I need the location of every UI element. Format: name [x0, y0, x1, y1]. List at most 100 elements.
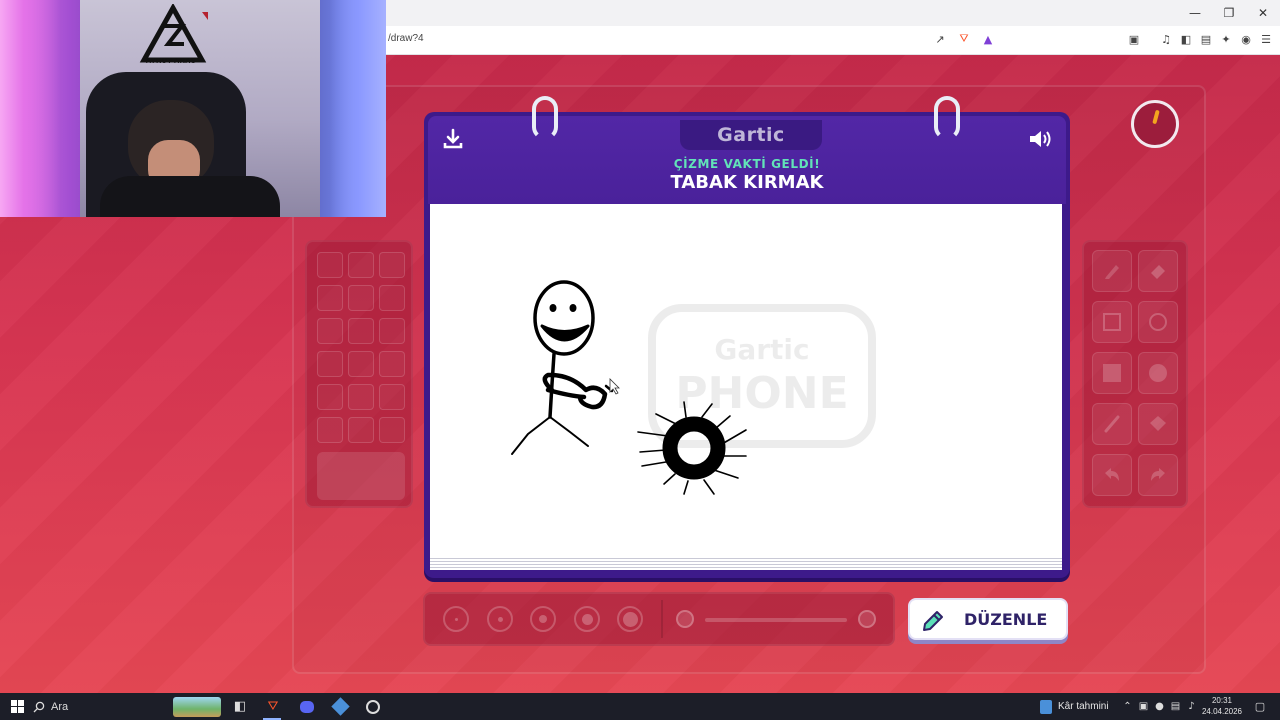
rectangle-tool[interactable]	[1092, 301, 1132, 343]
filled-rectangle-tool[interactable]	[1092, 352, 1132, 394]
taskbar-clock[interactable]: 20:31 24.04.2026	[1200, 695, 1244, 717]
taskbar-app[interactable]	[327, 693, 353, 720]
color-swatch[interactable]	[348, 285, 374, 311]
line-tool[interactable]	[1092, 403, 1132, 445]
menu-icon[interactable]: ☰	[1258, 31, 1274, 47]
drawing-canvas[interactable]: Gartic PHONE	[430, 204, 1062, 556]
prompt-title: TABAK KIRMAK	[670, 172, 824, 193]
task-view-button[interactable]: ◧	[228, 693, 252, 720]
stick-figure	[511, 280, 614, 455]
binder-ring-right	[934, 96, 960, 140]
windows-icon	[10, 700, 24, 713]
watermark-phone: PHONE	[675, 368, 848, 419]
download-button[interactable]	[438, 126, 468, 152]
ellipse-tool[interactable]	[1138, 301, 1178, 343]
prompt-subtitle: ÇİZME VAKTİ GELDİ!	[673, 157, 821, 171]
color-swatch[interactable]	[317, 285, 343, 311]
edit-button[interactable]: DÜZENLE	[908, 598, 1068, 640]
minimize-button[interactable]: —	[1178, 0, 1212, 26]
volume-icon[interactable]: ♪	[1186, 701, 1197, 712]
color-swatch[interactable]	[317, 417, 343, 443]
binder-ring-left	[532, 96, 558, 140]
media-icon[interactable]: ♫	[1158, 31, 1174, 47]
watermark-logo: Gartic	[714, 333, 809, 366]
taskbar-search[interactable]: Ara	[33, 693, 167, 720]
share-icon[interactable]: ↗	[932, 31, 948, 47]
brush-size-bar	[423, 592, 895, 646]
color-swatch[interactable]	[317, 252, 343, 278]
brush-size-2[interactable]	[487, 606, 513, 632]
webcam-right-light	[330, 0, 386, 217]
taskbar-obs[interactable]	[360, 693, 386, 720]
brave-shield-icon[interactable]: ⛛	[956, 31, 972, 47]
redo-tool[interactable]	[1138, 454, 1178, 496]
circle-outline-icon	[1149, 313, 1167, 331]
pencil-tool[interactable]	[1092, 250, 1132, 292]
current-color-swatch[interactable]	[317, 452, 405, 500]
color-swatch[interactable]	[379, 351, 405, 377]
wallet-icon[interactable]: ▤	[1198, 31, 1214, 47]
color-swatch[interactable]	[379, 417, 405, 443]
restore-button[interactable]: ❐	[1212, 0, 1246, 26]
color-swatch[interactable]	[348, 318, 374, 344]
notifications-button[interactable]: ▢	[1250, 693, 1270, 720]
speaker-icon	[1030, 131, 1051, 147]
line-icon	[1104, 415, 1120, 433]
brave-rewards-icon[interactable]: ▲	[980, 31, 996, 47]
clock-date: 24.04.2026	[1201, 707, 1243, 716]
edit-button-label: DÜZENLE	[964, 610, 1048, 629]
brush-size-4[interactable]	[574, 606, 600, 632]
color-swatch[interactable]	[379, 318, 405, 344]
color-swatch[interactable]	[348, 351, 374, 377]
color-swatch[interactable]	[379, 285, 405, 311]
vpn-icon[interactable]: ◉	[1238, 31, 1254, 47]
redo-icon	[1151, 468, 1165, 481]
tray-expand-icon[interactable]: ⌃	[1122, 701, 1133, 712]
brush-size-3[interactable]	[530, 606, 556, 632]
extensions-icon[interactable]: ▣	[1126, 31, 1142, 47]
color-swatch[interactable]	[348, 252, 374, 278]
logo-text: Gartic	[717, 124, 785, 146]
eraser-icon	[1151, 265, 1165, 279]
discord-icon	[300, 700, 314, 713]
color-swatch[interactable]	[317, 384, 343, 410]
microphone-icon[interactable]: ●	[1154, 701, 1165, 712]
weather-widget[interactable]: Kâr tahmini	[1040, 693, 1109, 720]
close-button[interactable]: ✕	[1246, 0, 1280, 26]
filled-ellipse-tool[interactable]	[1138, 352, 1178, 394]
color-swatch[interactable]	[317, 318, 343, 344]
color-swatch[interactable]	[379, 252, 405, 278]
tool-panel	[1082, 240, 1188, 508]
network-icon[interactable]: ▤	[1170, 701, 1181, 712]
sound-button[interactable]	[1026, 126, 1056, 152]
opacity-slider-handle[interactable]	[858, 610, 876, 628]
square-fill-icon	[1103, 364, 1121, 382]
leo-ai-icon[interactable]: ✦	[1218, 31, 1234, 47]
brush-size-1[interactable]	[443, 606, 469, 632]
start-button[interactable]	[6, 693, 28, 720]
timer-icon	[1131, 100, 1179, 148]
undo-tool[interactable]	[1092, 454, 1132, 496]
taskbar-discord[interactable]	[294, 693, 320, 720]
meet-now-icon[interactable]: ▣	[1138, 701, 1149, 712]
brush-size-5[interactable]	[617, 606, 643, 632]
color-swatch[interactable]	[348, 417, 374, 443]
fill-bucket-icon	[1150, 416, 1166, 431]
sidebar-icon[interactable]: ◧	[1178, 31, 1194, 47]
weather-text: Kâr tahmini	[1058, 701, 1109, 712]
url-text[interactable]: /draw?4	[388, 33, 424, 44]
taskbar-brave[interactable]: ⛛	[260, 693, 286, 720]
color-swatch[interactable]	[317, 351, 343, 377]
clock-time: 20:31	[1211, 696, 1233, 705]
opacity-slider[interactable]	[705, 618, 847, 622]
paper-edge	[430, 556, 1062, 570]
eraser-tool[interactable]	[1138, 250, 1178, 292]
color-swatch[interactable]	[348, 384, 374, 410]
opacity-min-marker	[676, 610, 694, 628]
fill-tool[interactable]	[1138, 403, 1178, 445]
search-highlight-image[interactable]	[172, 693, 222, 720]
notebook-header: Gartic ÇİZME VAKTİ GELDİ! TABAK KIRMAK	[428, 116, 1066, 204]
color-swatch[interactable]	[379, 384, 405, 410]
gartic-logo: Gartic	[680, 120, 822, 150]
webcam-left-light	[0, 0, 60, 217]
